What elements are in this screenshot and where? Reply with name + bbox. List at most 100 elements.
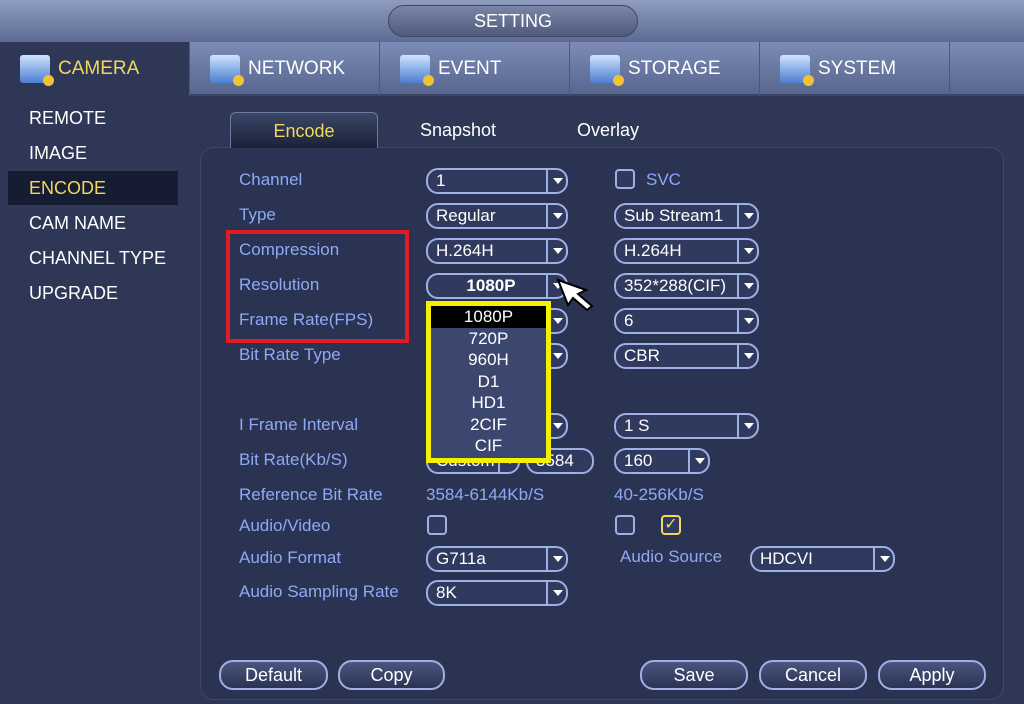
sidebar-item-cam-name[interactable]: CAM NAME [8,206,178,240]
nav-label: NETWORK [248,58,346,79]
sub-resolution-select[interactable]: 352*288(CIF) [614,273,759,299]
sidebar-item-channel-type[interactable]: CHANNEL TYPE [8,241,178,275]
resolution-option[interactable]: 2CIF [431,414,546,436]
select-value: CBR [624,346,660,365]
main-audio-video-checkbox[interactable] [427,515,447,535]
resolution-option[interactable]: CIF [431,435,546,457]
resolution-option[interactable]: 1080P [431,306,546,328]
main-nav: CAMERA NETWORK EVENT STORAGE SYSTEM [0,42,1024,96]
audio-video-label: Audio/Video [239,516,331,535]
type-select[interactable]: Regular [426,203,568,229]
tab-snapshot[interactable]: Snapshot [398,112,518,148]
sub-i-frame-select[interactable]: 1 S [614,413,759,439]
main-reference-bit-rate: 3584-6144Kb/S [426,485,545,504]
sub-bit-rate-select[interactable]: 160 [614,448,710,474]
select-value: 1080P [466,276,516,295]
i-frame-label: I Frame Interval [239,415,359,434]
svc-checkbox[interactable] [615,169,635,189]
select-value: Sub Stream1 [624,206,724,225]
audio-sampling-label: Audio Sampling Rate [239,582,399,601]
chevron-down-icon [546,170,566,192]
nav-storage[interactable]: STORAGE [570,42,760,96]
channel-select[interactable]: 1 [426,168,568,194]
chevron-down-icon [737,240,757,262]
highlight-box [226,230,409,343]
audio-source-label: Audio Source [620,547,723,566]
svc-label: SVC [646,170,681,189]
chevron-down-icon [873,548,893,570]
chevron-down-icon [737,345,757,367]
mouse-cursor-icon [556,278,594,312]
sub-video-checkbox[interactable] [615,515,635,535]
resolution-option[interactable]: 720P [431,328,546,350]
nav-network[interactable]: NETWORK [190,42,380,96]
sub-bit-rate-type-select[interactable]: CBR [614,343,759,369]
save-button[interactable]: Save [640,660,748,690]
select-value: HDCVI [760,549,813,568]
sub-reference-bit-rate: 40-256Kb/S [614,485,704,504]
tab-overlay[interactable]: Overlay [556,112,660,148]
nav-system[interactable]: SYSTEM [760,42,950,96]
sub-compression-select[interactable]: H.264H [614,238,759,264]
select-value: H.264H [624,241,682,260]
sub-audio-checkbox[interactable]: ✓ [661,515,681,535]
sidebar-item-upgrade[interactable]: UPGRADE [8,276,178,310]
resolution-select[interactable]: 1080P [426,273,568,299]
sidebar-item-image[interactable]: IMAGE [8,136,178,170]
reference-bit-rate-label: Reference Bit Rate [239,485,383,504]
select-value: 1 [436,171,446,190]
system-icon [780,55,814,86]
audio-format-label: Audio Format [239,548,342,567]
default-button[interactable]: Default [219,660,328,690]
select-value: 6 [624,311,634,330]
nav-camera[interactable]: CAMERA [0,42,190,96]
select-value: 160 [624,451,653,470]
bit-rate-label: Bit Rate(Kb/S) [239,450,348,469]
audio-sampling-select[interactable]: 8K [426,580,568,606]
chevron-down-icon [737,205,757,227]
storage-icon [590,55,624,86]
sidebar-item-remote[interactable]: REMOTE [8,101,178,135]
sidebar-item-encode[interactable]: ENCODE [8,171,178,205]
network-icon [210,55,244,86]
nav-label: SYSTEM [818,58,897,79]
select-value: 352*288(CIF) [624,276,727,295]
resolution-dropdown-list[interactable]: 1080P 720P 960H D1 HD1 2CIF CIF [426,301,551,463]
cancel-button[interactable]: Cancel [759,660,867,690]
channel-label: Channel [239,170,303,189]
chevron-down-icon [688,450,708,472]
nav-event[interactable]: EVENT [380,42,570,96]
resolution-option[interactable]: D1 [431,371,546,393]
chevron-down-icon [737,275,757,297]
compression-select[interactable]: H.264H [426,238,568,264]
sub-fps-select[interactable]: 6 [614,308,759,334]
sub-type-select[interactable]: Sub Stream1 [614,203,759,229]
nav-label: CAMERA [58,58,140,79]
camera-icon [20,55,54,86]
event-icon [400,55,434,86]
bit-rate-type-label: Bit Rate Type [239,345,341,364]
apply-button[interactable]: Apply [878,660,986,690]
audio-source-select[interactable]: HDCVI [750,546,895,572]
select-value: Regular [436,206,496,225]
nav-label: STORAGE [628,58,721,79]
type-label: Type [239,205,276,224]
nav-label: EVENT [438,58,502,79]
chevron-down-icon [546,582,566,604]
copy-button[interactable]: Copy [338,660,445,690]
checkmark-icon: ✓ [664,516,678,533]
chevron-down-icon [546,205,566,227]
select-value: H.264H [436,241,494,260]
chevron-down-icon [546,548,566,570]
window-title: SETTING [388,5,638,37]
select-value: 8K [436,583,457,602]
resolution-option[interactable]: HD1 [431,392,546,414]
chevron-down-icon [546,240,566,262]
select-value: G711a [436,549,486,568]
chevron-down-icon [737,415,757,437]
resolution-option[interactable]: 960H [431,349,546,371]
tab-encode[interactable]: Encode [230,112,378,148]
chevron-down-icon [737,310,757,332]
select-value: 1 S [624,416,650,435]
audio-format-select[interactable]: G711a [426,546,568,572]
